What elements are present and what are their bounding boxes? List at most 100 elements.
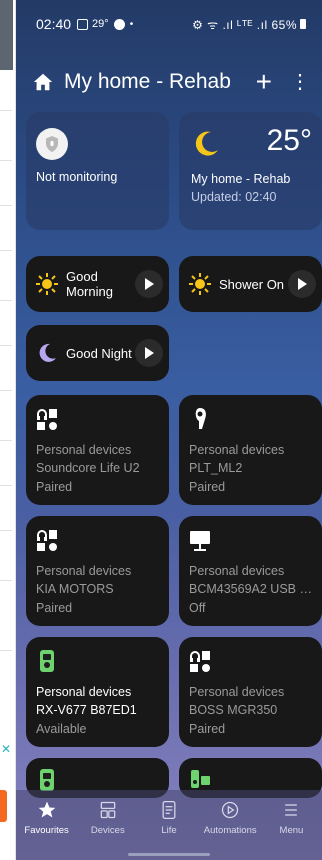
device-card[interactable]: Personal devices Soundcore Life U2 Paire… (26, 395, 169, 505)
nav-life[interactable]: Life (138, 800, 199, 860)
status-temp: 29° (92, 18, 109, 30)
scene-label: Good Night (66, 346, 132, 361)
traffic-light-icon (40, 769, 54, 791)
device-status: Off (189, 601, 206, 615)
divider (0, 390, 12, 391)
smartthings-screen: 02:40 29° • ⚙ ᯤ .ıl ᴸᵀᴱ .ıl 65% My home … (16, 0, 322, 860)
weather-card[interactable]: 25° My home - Rehab Updated: 02:40 (179, 112, 322, 230)
ad-badge[interactable] (0, 790, 7, 822)
status-bar: 02:40 29° • ⚙ ᯤ .ıl ᴸᵀᴱ .ıl 65% (16, 0, 322, 48)
device-name: RX-V677 B87ED1 (36, 703, 137, 717)
device-category: Personal devices (36, 564, 132, 578)
scene-good-night[interactable]: Good Night (26, 325, 169, 381)
weather-temperature: 25° (266, 124, 312, 157)
crescent-moon-icon (39, 343, 56, 362)
device-name: PLT_ML2 (189, 461, 243, 475)
divider (0, 440, 12, 441)
device-status: Paired (36, 480, 73, 494)
scene-label-line1: Good (66, 269, 98, 284)
scene-label: Shower On (219, 277, 284, 292)
device-card[interactable]: Personal devices KIA MOTORS Paired (26, 516, 169, 626)
weather-location: My home - Rehab (191, 172, 291, 186)
monitor-icon (190, 531, 210, 551)
status-time: 02:40 (36, 16, 72, 32)
audio-devices-icon (37, 409, 57, 430)
device-status: Paired (36, 601, 73, 615)
audio-devices-icon (190, 651, 210, 672)
device-card[interactable]: Personal devices BOSS MGR350 Paired (179, 637, 322, 747)
play-icon (145, 347, 154, 359)
device-status: Available (36, 722, 87, 736)
divider (0, 530, 12, 531)
star-icon (38, 801, 55, 818)
add-icon[interactable]: + (256, 68, 272, 96)
device-name: BCM43569A2 USB 40 ... (189, 582, 317, 596)
home-title[interactable]: My home - Rehab (64, 70, 256, 94)
device-name: Soundcore Life U2 (36, 461, 140, 475)
dot-icon: • (129, 18, 134, 30)
divider (0, 485, 12, 486)
play-button[interactable] (288, 270, 316, 298)
shield-icon (36, 128, 68, 160)
device-category: Personal devices (189, 443, 285, 457)
device-category: Personal devices (189, 685, 285, 699)
device-card[interactable]: Personal devices RX-V677 B87ED1 Availabl… (26, 637, 169, 747)
automations-icon (222, 801, 239, 819)
device-card[interactable]: Personal devices PLT_ML2 Paired (179, 395, 322, 505)
device-category: Personal devices (36, 443, 132, 457)
divider (0, 300, 12, 301)
monitor-status-label: Not monitoring (36, 170, 118, 184)
traffic-light-icon (40, 650, 54, 672)
divider (0, 110, 12, 111)
life-icon (162, 801, 176, 819)
divider (0, 250, 12, 251)
device-card[interactable]: Personal devices BCM43569A2 USB 40 ... O… (179, 516, 322, 626)
weather-updated: Updated: 02:40 (191, 190, 277, 204)
device-category: Personal devices (189, 564, 285, 578)
divider (0, 650, 12, 651)
home-icon[interactable] (32, 71, 54, 93)
bottom-navigation: Favourites Devices Life Automations Menu (16, 790, 322, 860)
device-group-icon (191, 770, 210, 788)
scene-label: Good Morning (66, 269, 113, 299)
play-button[interactable] (135, 270, 163, 298)
scene-good-morning[interactable]: Good Morning (26, 256, 169, 312)
menu-icon (285, 804, 298, 816)
play-icon (298, 278, 307, 290)
nav-devices[interactable]: Devices (77, 800, 138, 860)
scene-label-line1: Shower On (219, 276, 285, 292)
background-app-strip: ✕ (0, 0, 16, 860)
nav-label: Menu (279, 825, 304, 836)
status-indicators: ⚙ ᯤ .ıl ᴸᵀᴱ .ıl 65% (192, 17, 297, 32)
divider (0, 205, 12, 206)
devices-grid-icon (100, 801, 116, 819)
background-app-header (0, 0, 13, 70)
device-status: Paired (189, 480, 226, 494)
audio-devices-icon (37, 530, 57, 551)
device-status: Paired (189, 722, 226, 736)
sun-icon (189, 273, 211, 295)
app-notification-icon (113, 18, 125, 30)
battery-icon (300, 19, 306, 29)
more-options-icon[interactable]: ⋮ (290, 72, 310, 92)
nav-favourites[interactable]: Favourites (16, 800, 77, 860)
earpiece-icon (195, 408, 206, 429)
device-category: Personal devices (36, 685, 132, 699)
nav-label: Devices (90, 825, 125, 836)
gallery-icon (77, 18, 89, 30)
nav-menu[interactable]: Menu (261, 800, 322, 860)
nav-automations[interactable]: Automations (200, 800, 261, 860)
scene-shower-on[interactable]: Shower On (179, 256, 322, 312)
close-ad-icon[interactable]: ✕ (1, 742, 11, 756)
divider (0, 160, 12, 161)
moon-icon (195, 131, 218, 156)
play-icon (145, 278, 154, 290)
security-monitor-card[interactable]: Not monitoring (26, 112, 169, 230)
nav-label: Automations (203, 825, 257, 836)
app-header: My home - Rehab + ⋮ (16, 62, 322, 102)
play-button[interactable] (135, 339, 163, 367)
gesture-handle[interactable] (128, 853, 210, 856)
nav-label: Favourites (24, 825, 69, 836)
device-name: BOSS MGR350 (189, 703, 278, 717)
scene-label-line2: Morning (66, 284, 113, 299)
